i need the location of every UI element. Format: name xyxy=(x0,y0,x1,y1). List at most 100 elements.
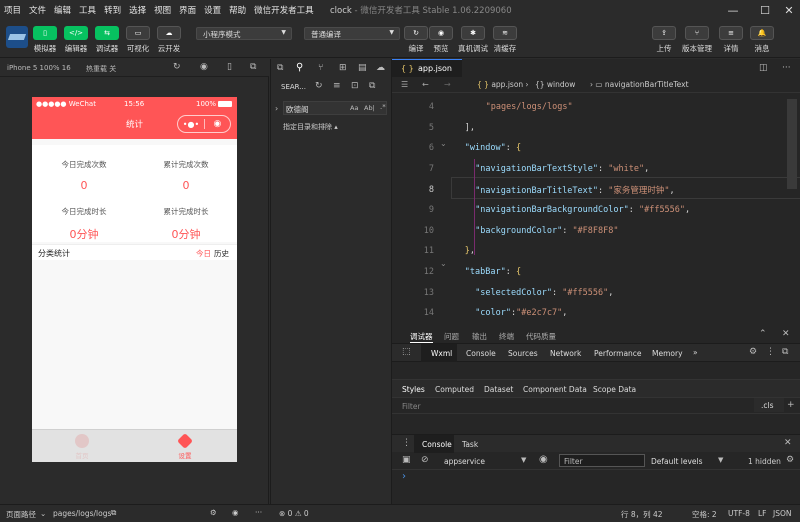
breadcrumb-key[interactable]: › ▭ navigationBarTitleText xyxy=(590,80,689,89)
gear-icon[interactable]: ⚙ xyxy=(786,455,794,465)
device-select[interactable]: iPhone 5 100% 16 xyxy=(7,64,71,72)
category-today-tab[interactable]: 今日 xyxy=(196,248,211,259)
record-icon[interactable]: ◉ xyxy=(200,62,208,72)
more-vert-icon[interactable]: ⋮ xyxy=(402,438,411,448)
menu-file[interactable]: 文件 xyxy=(25,4,50,16)
debugger-button[interactable]: ⇆ 调试器 xyxy=(95,26,119,54)
phone-icon[interactable]: ▯ xyxy=(227,62,232,72)
project-avatar[interactable] xyxy=(6,26,28,48)
drawer-tab-task[interactable]: Task xyxy=(462,440,478,449)
levels-select[interactable]: Default levels xyxy=(651,457,703,466)
back-icon[interactable]: ← xyxy=(422,80,429,89)
editor-button[interactable]: </> 编辑器 xyxy=(64,26,88,54)
menu-devtools[interactable]: 微信开发者工具 xyxy=(250,4,318,16)
tab-terminal[interactable]: 终端 xyxy=(499,331,514,342)
outline-icon[interactable]: ▤ xyxy=(358,63,367,73)
clear-icon[interactable]: ≡ xyxy=(333,81,341,91)
code-line[interactable]: 7 "navigationBarTextStyle": "white", xyxy=(392,159,800,180)
tab-sources[interactable]: Sources xyxy=(508,349,538,358)
tab-home[interactable]: 首页 xyxy=(32,434,132,460)
tab-styles[interactable]: Styles xyxy=(402,385,425,394)
tab-output[interactable]: 输出 xyxy=(472,331,487,342)
cloud-button[interactable]: ☁ 云开发 xyxy=(157,26,181,54)
code-line[interactable]: 5], xyxy=(392,118,800,139)
menu-edit[interactable]: 编辑 xyxy=(50,4,75,16)
tab-network[interactable]: Network xyxy=(550,349,581,358)
maximize-button[interactable]: ☐ xyxy=(752,0,778,20)
encoding[interactable]: UTF-8 xyxy=(728,509,750,518)
clear-console-icon[interactable]: ⊘ xyxy=(421,455,429,465)
hot-reload-toggle[interactable]: 热重载 关 xyxy=(86,64,116,74)
minimize-button[interactable]: — xyxy=(720,0,746,20)
styles-filter[interactable]: Filter .cls + xyxy=(392,398,800,414)
code-line[interactable]: 13 "selectedColor": "#ff5556", xyxy=(392,282,800,303)
category-history-tab[interactable]: 历史 xyxy=(214,248,229,259)
menu-help[interactable]: 帮助 xyxy=(225,4,250,16)
menu-goto[interactable]: 转到 xyxy=(100,4,125,16)
compile-button[interactable]: ↻ 编译 xyxy=(404,26,428,54)
console-filter-input[interactable]: Filter xyxy=(559,454,645,467)
visual-button[interactable]: ▭ 可视化 xyxy=(126,26,150,54)
breadcrumb-file[interactable]: { } app.json › xyxy=(477,80,529,89)
code-lines[interactable]: 4 "pages/logs/logs" 5], 6 "window": {7 "navig… xyxy=(392,97,800,324)
menu-settings[interactable]: 设置 xyxy=(200,4,225,16)
tab-console[interactable]: Console xyxy=(466,349,496,358)
remote-debug-button[interactable]: ✱ 真机调试 xyxy=(458,26,488,54)
page-path[interactable]: pages/logs/logs xyxy=(53,509,111,518)
more-vert-icon[interactable]: ⋮ xyxy=(766,347,775,357)
inspect-icon[interactable]: ⬚ xyxy=(402,347,411,357)
rotate-icon[interactable]: ↻ xyxy=(173,62,181,72)
more-tabs-icon[interactable]: » xyxy=(693,348,698,357)
new-search-icon[interactable]: ⊡ xyxy=(351,81,359,91)
tab-wxml[interactable]: Wxml xyxy=(431,349,452,358)
match-case-icon[interactable]: Aa xyxy=(350,104,358,112)
version-button[interactable]: ⑂ 版本管理 xyxy=(682,26,712,54)
tab-scope-data[interactable]: Scope Data xyxy=(593,385,636,394)
regex-icon[interactable]: .* xyxy=(380,103,386,111)
code-line[interactable]: 11}, xyxy=(392,241,800,262)
more-icon[interactable]: •●• xyxy=(178,120,204,129)
split-editor-icon[interactable]: ◫ xyxy=(759,63,768,73)
messages-button[interactable]: 🔔 消息 xyxy=(750,26,774,54)
more-icon[interactable]: ··· xyxy=(782,63,791,73)
close-icon[interactable]: ✕ xyxy=(784,438,792,448)
upload-button[interactable]: ⇪ 上传 xyxy=(652,26,676,54)
settings-icon[interactable]: ⚙ xyxy=(210,508,217,517)
tab-component-data[interactable]: Component Data xyxy=(523,385,587,394)
tab-dataset[interactable]: Dataset xyxy=(484,385,513,394)
code-line[interactable]: 9 "navigationBarBackgroundColor": "#ff555… xyxy=(392,200,800,221)
problems-count[interactable]: ⊗ 0 ⚠ 0 xyxy=(279,509,309,518)
chevron-right-icon[interactable]: › xyxy=(275,104,278,113)
code-line[interactable]: 8 "navigationBarTitleText": "家务管理时钟", xyxy=(392,179,800,200)
filter-toggle[interactable]: 指定目录和排除 ▴ xyxy=(283,122,338,132)
collapse-icon[interactable]: ⧉ xyxy=(369,81,375,91)
editor-scrollbar[interactable] xyxy=(787,99,797,189)
breadcrumb-window[interactable]: {} window xyxy=(535,80,575,89)
line-ending[interactable]: LF xyxy=(758,509,767,518)
preview-button[interactable]: ◉ 预览 xyxy=(429,26,453,54)
capsule-button[interactable]: •●• ◉ xyxy=(177,115,231,133)
tab-computed[interactable]: Computed xyxy=(435,385,474,394)
code-line[interactable]: 12 "tabBar": { xyxy=(392,262,800,283)
wxml-tree[interactable] xyxy=(392,362,800,380)
menu-tools[interactable]: 工具 xyxy=(75,4,100,16)
tab-memory[interactable]: Memory xyxy=(652,349,683,358)
cloud-icon[interactable]: ☁ xyxy=(376,63,385,73)
eye-icon[interactable]: ◉ xyxy=(232,508,239,517)
clear-cache-button[interactable]: ≋ 清缓存 xyxy=(493,26,517,54)
close-button[interactable]: ✕ xyxy=(776,0,800,20)
fold-icon[interactable]: ⌄ xyxy=(440,139,447,148)
tab-debugger[interactable]: 调试器 xyxy=(410,331,433,343)
add-rule-icon[interactable]: + xyxy=(787,400,795,410)
compile-select[interactable]: 普通编译 ▼ xyxy=(304,27,400,40)
extensions-icon[interactable]: ⊞ xyxy=(339,63,347,73)
language-mode[interactable]: JSON xyxy=(773,509,792,518)
eye-icon[interactable]: ◉ xyxy=(539,454,548,465)
forward-icon[interactable]: → xyxy=(444,80,451,89)
code-line[interactable]: 4 "pages/logs/logs" xyxy=(392,97,800,118)
cursor-position[interactable]: 行 8，列 42 xyxy=(621,509,663,520)
fold-icon[interactable]: ⌄ xyxy=(440,259,447,268)
tab-code-quality[interactable]: 代码质量 xyxy=(526,331,556,342)
dock-icon[interactable]: ⧉ xyxy=(782,347,788,357)
details-button[interactable]: ≡ 详情 xyxy=(719,26,743,54)
